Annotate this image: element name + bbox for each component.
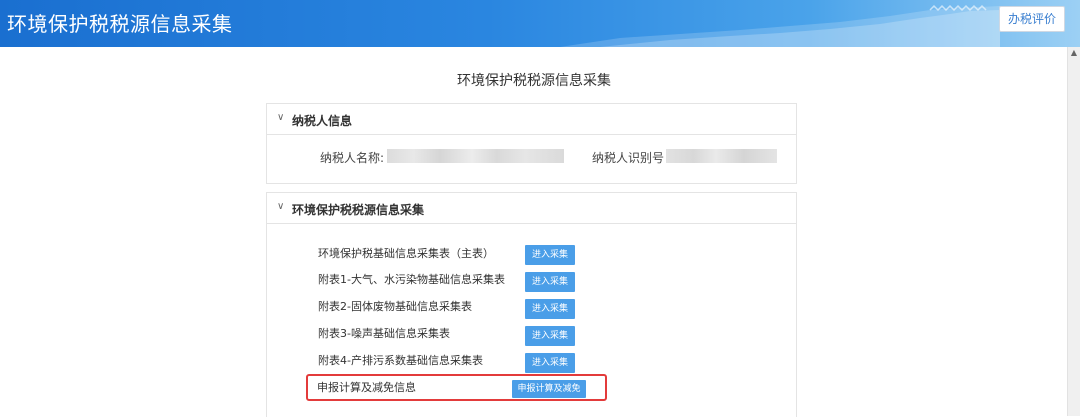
taxpayer-panel-header[interactable]: ∨ 纳税人信息 <box>267 104 796 135</box>
calc-relief-button[interactable]: 申报计算及减免 <box>512 380 586 398</box>
enter-collection-button-attachment-3[interactable]: 进入采集 <box>525 326 575 346</box>
taxpayer-name-value-redacted <box>387 149 564 163</box>
taxpayer-name-label: 纳税人名称: <box>320 151 385 165</box>
taxpayer-info-panel: ∨ 纳税人信息 纳税人名称: 纳税人识别号 <box>266 103 797 184</box>
great-wall-decoration <box>560 4 1000 47</box>
arrow-up-icon[interactable]: ▲ <box>1070 49 1078 57</box>
form-label-main: 环境保护税基础信息采集表（主表） <box>318 247 494 260</box>
page-title: 环境保护税税源信息采集 <box>457 73 611 89</box>
chevron-down-icon[interactable]: ∨ <box>277 112 284 123</box>
calc-relief-label: 申报计算及减免信息 <box>317 381 416 394</box>
taxpayer-id-label: 纳税人识别号 <box>592 151 665 165</box>
form-label-attachment-4: 附表4-产排污系数基础信息采集表 <box>318 354 483 367</box>
enter-collection-button-main[interactable]: 进入采集 <box>525 245 575 265</box>
chevron-down-icon[interactable]: ∨ <box>277 201 284 212</box>
enter-collection-button-attachment-4[interactable]: 进入采集 <box>525 353 575 373</box>
collection-panel-header[interactable]: ∨ 环境保护税税源信息采集 <box>267 193 796 224</box>
enter-collection-button-attachment-2[interactable]: 进入采集 <box>525 299 575 319</box>
collection-panel-title: 环境保护税税源信息采集 <box>292 203 425 217</box>
taxpayer-id-value-redacted <box>666 149 777 163</box>
taxpayer-panel-title: 纳税人信息 <box>292 114 353 128</box>
vertical-scrollbar[interactable]: ▲ <box>1067 47 1080 416</box>
app-header: 环境保护税税源信息采集 办税评价 <box>0 0 1080 47</box>
enter-collection-button-attachment-1[interactable]: 进入采集 <box>525 272 575 292</box>
evaluate-button[interactable]: 办税评价 <box>999 6 1065 32</box>
form-label-attachment-1: 附表1-大气、水污染物基础信息采集表 <box>318 273 505 286</box>
app-title: 环境保护税税源信息采集 <box>7 12 233 36</box>
form-label-attachment-3: 附表3-噪声基础信息采集表 <box>318 327 450 340</box>
form-label-attachment-2: 附表2-固体废物基础信息采集表 <box>318 300 472 313</box>
